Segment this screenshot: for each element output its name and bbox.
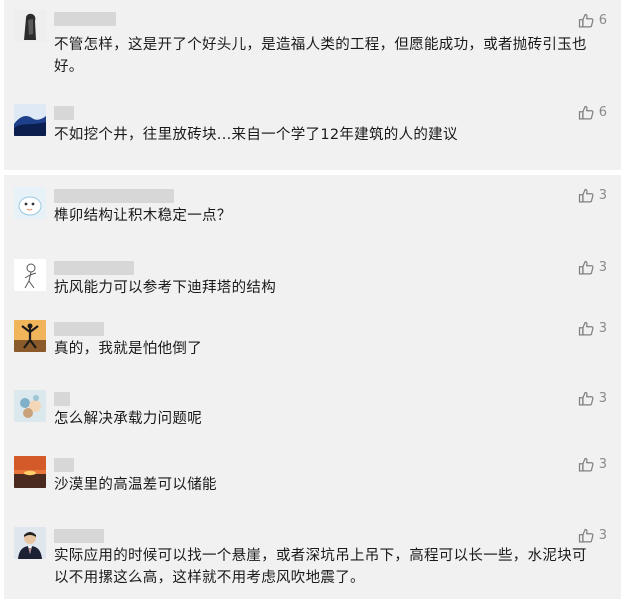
avatar[interactable] — [14, 527, 46, 559]
like-count: 3 — [598, 457, 607, 472]
nickname-masked — [54, 392, 70, 406]
comment-item: 榫卯结构让积木稳定一点？ 3 — [4, 187, 621, 241]
like-button[interactable]: 6 — [578, 12, 607, 29]
thumbs-up-icon — [578, 527, 595, 544]
avatar[interactable] — [14, 10, 46, 42]
like-count: 3 — [598, 391, 607, 406]
thumbs-up-icon — [578, 456, 595, 473]
thumbs-up-icon — [578, 259, 595, 276]
avatar[interactable] — [14, 456, 46, 488]
comment-item: 抗风能力可以参考下迪拜塔的结构 3 — [4, 259, 621, 309]
nickname-masked — [54, 529, 104, 543]
comment-item: 不管怎样，这是开了个好头儿，是造福人类的工程，但愿能成功，或者抛砖引玉也好。 6 — [4, 10, 621, 82]
like-count: 3 — [598, 528, 607, 543]
avatar[interactable] — [14, 187, 46, 219]
like-count: 6 — [598, 105, 607, 120]
like-count: 3 — [598, 188, 607, 203]
avatar[interactable] — [14, 259, 46, 291]
comment-item: 真的，我就是怕他倒了 3 — [4, 320, 621, 370]
nickname-masked — [54, 458, 74, 472]
nickname-masked — [54, 261, 134, 275]
thumbs-up-icon — [578, 320, 595, 337]
like-count: 3 — [598, 321, 607, 336]
like-button[interactable]: 3 — [578, 390, 607, 407]
comment-text: 榫卯结构让积木稳定一点？ — [54, 208, 232, 224]
like-button[interactable]: 3 — [578, 527, 607, 544]
comment-item: 不如挖个井，往里放砖块...来自一个学了12年建筑的人的建议 6 — [4, 104, 621, 154]
like-button[interactable]: 6 — [578, 104, 607, 121]
comment-text: 真的，我就是怕他倒了 — [54, 341, 202, 357]
comment-group: 榫卯结构让积木稳定一点？ 3 抗风能力可以参考下迪拜塔的结构 3 真的，我就是怕… — [4, 175, 621, 599]
avatar[interactable] — [14, 320, 46, 352]
comment-group: 不管怎样，这是开了个好头儿，是造福人类的工程，但愿能成功，或者抛砖引玉也好。 6… — [4, 0, 621, 170]
like-button[interactable]: 3 — [578, 456, 607, 473]
avatar[interactable] — [14, 104, 46, 136]
like-count: 3 — [598, 260, 607, 275]
nickname-masked — [54, 189, 174, 203]
nickname-masked — [54, 322, 104, 336]
comment-item: 沙漠里的高温差可以储能 3 — [4, 456, 621, 506]
thumbs-up-icon — [578, 187, 595, 204]
nickname-masked — [54, 106, 74, 120]
nickname-masked — [54, 12, 116, 26]
like-button[interactable]: 3 — [578, 320, 607, 337]
comment-text: 不管怎样，这是开了个好头儿，是造福人类的工程，但愿能成功，或者抛砖引玉也好。 — [54, 37, 587, 75]
thumbs-up-icon — [578, 390, 595, 407]
like-button[interactable]: 3 — [578, 187, 607, 204]
like-button[interactable]: 3 — [578, 259, 607, 276]
comment-text: 沙漠里的高温差可以储能 — [54, 477, 217, 493]
comment-item: 实际应用的时候可以找一个悬崖，或者深坑吊上吊下，高程可以长一些，水泥块可以不用摞… — [4, 527, 621, 597]
thumbs-up-icon — [578, 12, 595, 29]
comment-text: 抗风能力可以参考下迪拜塔的结构 — [54, 280, 276, 296]
comment-text: 怎么解决承载力问题呢 — [54, 411, 202, 427]
like-count: 6 — [598, 13, 607, 28]
comment-item: 怎么解决承载力问题呢 3 — [4, 390, 621, 440]
comment-text: 不如挖个井，往里放砖块...来自一个学了12年建筑的人的建议 — [54, 127, 458, 143]
comment-text: 实际应用的时候可以找一个悬崖，或者深坑吊上吊下，高程可以长一些，水泥块可以不用摞… — [54, 548, 587, 586]
avatar[interactable] — [14, 390, 46, 422]
thumbs-up-icon — [578, 104, 595, 121]
